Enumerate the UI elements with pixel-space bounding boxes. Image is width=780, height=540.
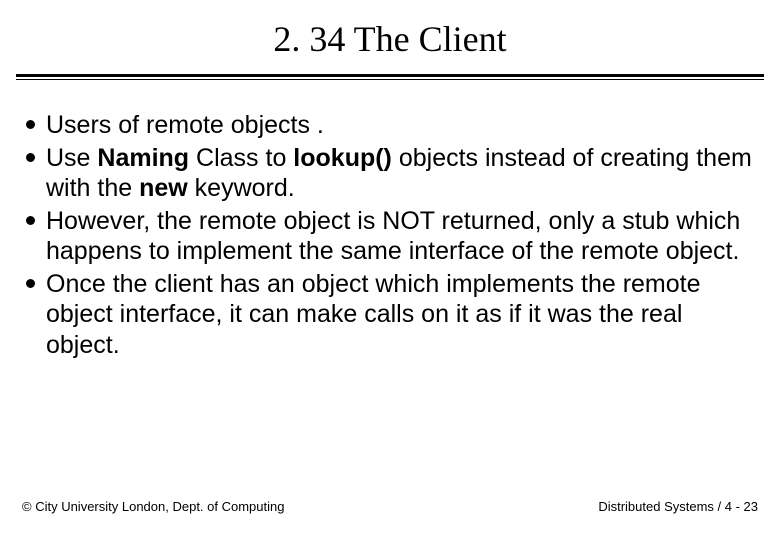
- bullet-item: Users of remote objects .: [24, 110, 756, 141]
- bullet-item: However, the remote object is NOT return…: [24, 206, 756, 267]
- text-segment: Once the client has an object which impl…: [46, 270, 701, 359]
- text-segment: Use: [46, 144, 97, 172]
- slide: 2. 34 The Client Users of remote objects…: [0, 0, 780, 540]
- footer-right: Distributed Systems / 4 - 23: [598, 499, 758, 514]
- text-segment: Users of remote objects .: [46, 111, 324, 139]
- bullet-list: Users of remote objects . Use Naming Clas…: [24, 110, 756, 360]
- bullet-item: Once the client has an object which impl…: [24, 269, 756, 361]
- text-segment: However, the remote object is NOT return…: [46, 207, 740, 266]
- slide-content: Users of remote objects . Use Naming Clas…: [0, 78, 780, 360]
- slide-footer: © City University London, Dept. of Compu…: [22, 499, 758, 514]
- footer-left: © City University London, Dept. of Compu…: [22, 499, 284, 514]
- text-segment: lookup(): [293, 144, 392, 172]
- slide-title: 2. 34 The Client: [0, 0, 780, 74]
- bullet-item: Use Naming Class to lookup() objects ins…: [24, 143, 756, 204]
- text-segment: Class to: [189, 144, 293, 172]
- text-segment: keyword.: [188, 174, 295, 202]
- text-segment: new: [139, 174, 188, 202]
- text-segment: Naming: [97, 144, 189, 172]
